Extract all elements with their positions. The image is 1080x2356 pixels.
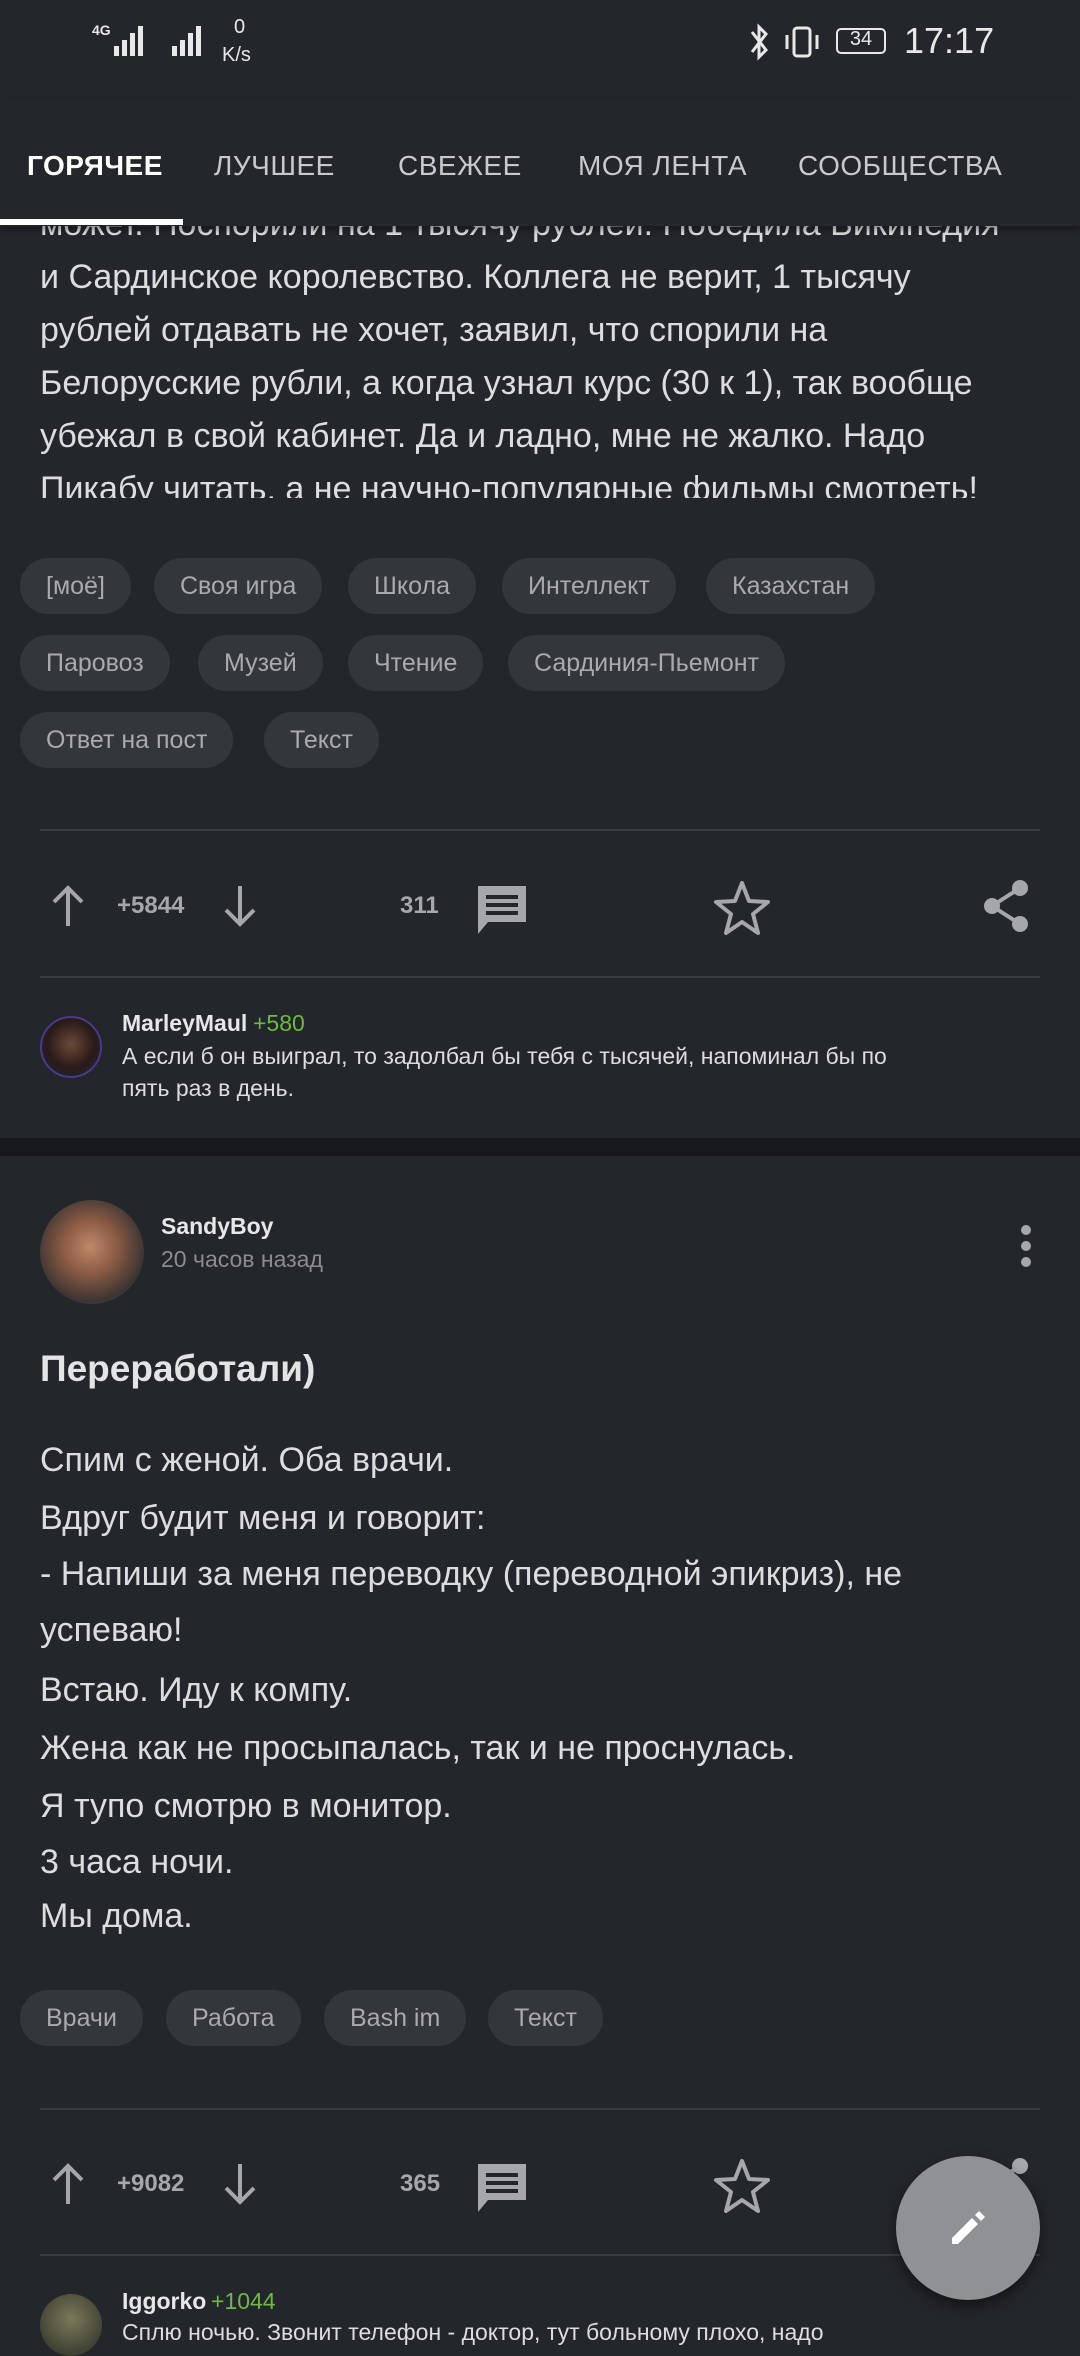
upvote-icon[interactable] [48, 2162, 88, 2206]
tab-best[interactable]: ЛУЧШЕЕ [214, 150, 335, 182]
post-time: 20 часов назад [161, 1246, 323, 1272]
comment-rating: +1044 [211, 2288, 276, 2314]
comment-icon[interactable] [474, 882, 530, 938]
battery-level: 34 [849, 28, 873, 50]
divider [40, 2254, 1040, 2256]
tag[interactable]: Чтение [348, 635, 484, 691]
tag[interactable]: [моё] [20, 558, 131, 614]
text-line: Пикабу читать, а не научно-популярные фи… [40, 470, 978, 498]
tag[interactable]: Интеллект [502, 558, 676, 614]
status-bar: 4G 0 K/s 34 17:17 [0, 0, 1080, 88]
post-author[interactable]: SandyBoy [161, 1213, 273, 1240]
tab-my-feed[interactable]: МОЯ ЛЕНТА [578, 150, 747, 182]
tab-hot[interactable]: ГОРЯЧЕЕ [27, 150, 163, 182]
text-line: успеваю! [40, 1611, 183, 1649]
star-icon[interactable] [712, 878, 772, 938]
comment-icon[interactable] [474, 2160, 530, 2216]
tab-communities[interactable]: СООБЩЕСТВА [798, 150, 1002, 182]
tab-fresh[interactable]: СВЕЖЕЕ [398, 150, 522, 182]
tag[interactable]: Сардиния-Пьемонт [508, 635, 785, 691]
divider [40, 2108, 1040, 2110]
text-line: Встаю. Иду к компу. [40, 1671, 353, 1709]
tab-bar: ГОРЯЧЕЕ ЛУЧШЕЕ СВЕЖЕЕ МОЯ ЛЕНТА СООБЩЕСТ… [0, 100, 1080, 226]
text-line: убежал в свой кабинет. Да и ладно, мне н… [40, 417, 926, 455]
upvote-icon[interactable] [48, 884, 88, 928]
clock: 17:17 [904, 20, 995, 61]
comment-text: А если б он выиграл, то задолбал бы тебя… [122, 1043, 887, 1069]
signal-icon [114, 26, 143, 56]
more-vert-icon[interactable] [1012, 1222, 1040, 1270]
create-post-button[interactable] [896, 2156, 1040, 2300]
network-speed-unit: K/s [222, 44, 251, 66]
bluetooth-icon [750, 23, 768, 61]
tag[interactable]: Текст [488, 1990, 603, 2046]
post-1-text: может. Поспорили на 1 тысячу рублей. Поб… [0, 188, 1080, 498]
comments-count: 365 [400, 2170, 441, 2197]
tag[interactable]: Казахстан [706, 558, 876, 614]
text-line: Я тупо смотрю в монитор. [40, 1787, 452, 1825]
tag[interactable]: Работа [166, 1990, 301, 2046]
tag[interactable]: Текст [264, 712, 379, 768]
signal-icon [172, 26, 201, 56]
text-line: рублей отдавать не хочет, заявил, что сп… [40, 311, 828, 349]
text-line: Белорусские рубли, а когда узнал курс (3… [40, 364, 973, 402]
network-speed-value: 0 [234, 16, 246, 38]
tag[interactable]: Врачи [20, 1990, 143, 2046]
tag[interactable]: Школа [348, 558, 476, 614]
avatar[interactable] [40, 1200, 144, 1304]
active-tab-indicator [0, 219, 183, 225]
downvote-icon[interactable] [220, 2162, 260, 2206]
rating-count: +5844 [117, 892, 185, 919]
vibrate-icon [785, 26, 819, 58]
battery-icon: 34 [836, 28, 886, 54]
post-1-actions: +5844 311 [0, 864, 1080, 944]
post-separator [0, 1138, 1080, 1156]
comment-author[interactable]: MarleyMaul [122, 1010, 247, 1037]
comment-author[interactable]: Iggorko [122, 2288, 206, 2315]
tag[interactable]: Паровоз [20, 635, 170, 691]
comment-rating: +580 [253, 1010, 305, 1036]
tag[interactable]: Музей [198, 635, 323, 691]
divider [40, 829, 1040, 831]
text-line: Жена как не просыпалась, так и не просну… [40, 1729, 796, 1767]
avatar[interactable] [40, 1016, 102, 1078]
star-icon[interactable] [712, 2156, 772, 2216]
network-type: 4G [92, 22, 111, 38]
comments-count: 311 [400, 892, 439, 919]
text-line: Мы дома. [40, 1897, 193, 1935]
comment-text: пять раз в день. [122, 1075, 294, 1101]
share-icon[interactable] [980, 878, 1032, 934]
text-line: и Сардинское королевство. Коллега не вер… [40, 258, 911, 296]
post-title[interactable]: Переработали) [40, 1348, 315, 1390]
tag[interactable]: Своя игра [154, 558, 323, 614]
text-line: Спим с женой. Оба врачи. [40, 1441, 454, 1479]
comment-text: Сплю ночью. Звонит телефон - доктор, тут… [122, 2319, 824, 2345]
downvote-icon[interactable] [220, 884, 260, 928]
tag[interactable]: Ответ на пост [20, 712, 234, 768]
text-line: 3 часа ночи. [40, 1843, 234, 1881]
rating-count: +9082 [117, 2170, 185, 2197]
text-line: - Напиши за меня переводку (переводной э… [40, 1555, 903, 1593]
pencil-icon [952, 2211, 985, 2244]
avatar[interactable] [40, 2294, 102, 2356]
text-line: Вдруг будит меня и говорит: [40, 1499, 486, 1537]
divider [40, 976, 1040, 978]
tag[interactable]: Bash im [324, 1990, 467, 2046]
